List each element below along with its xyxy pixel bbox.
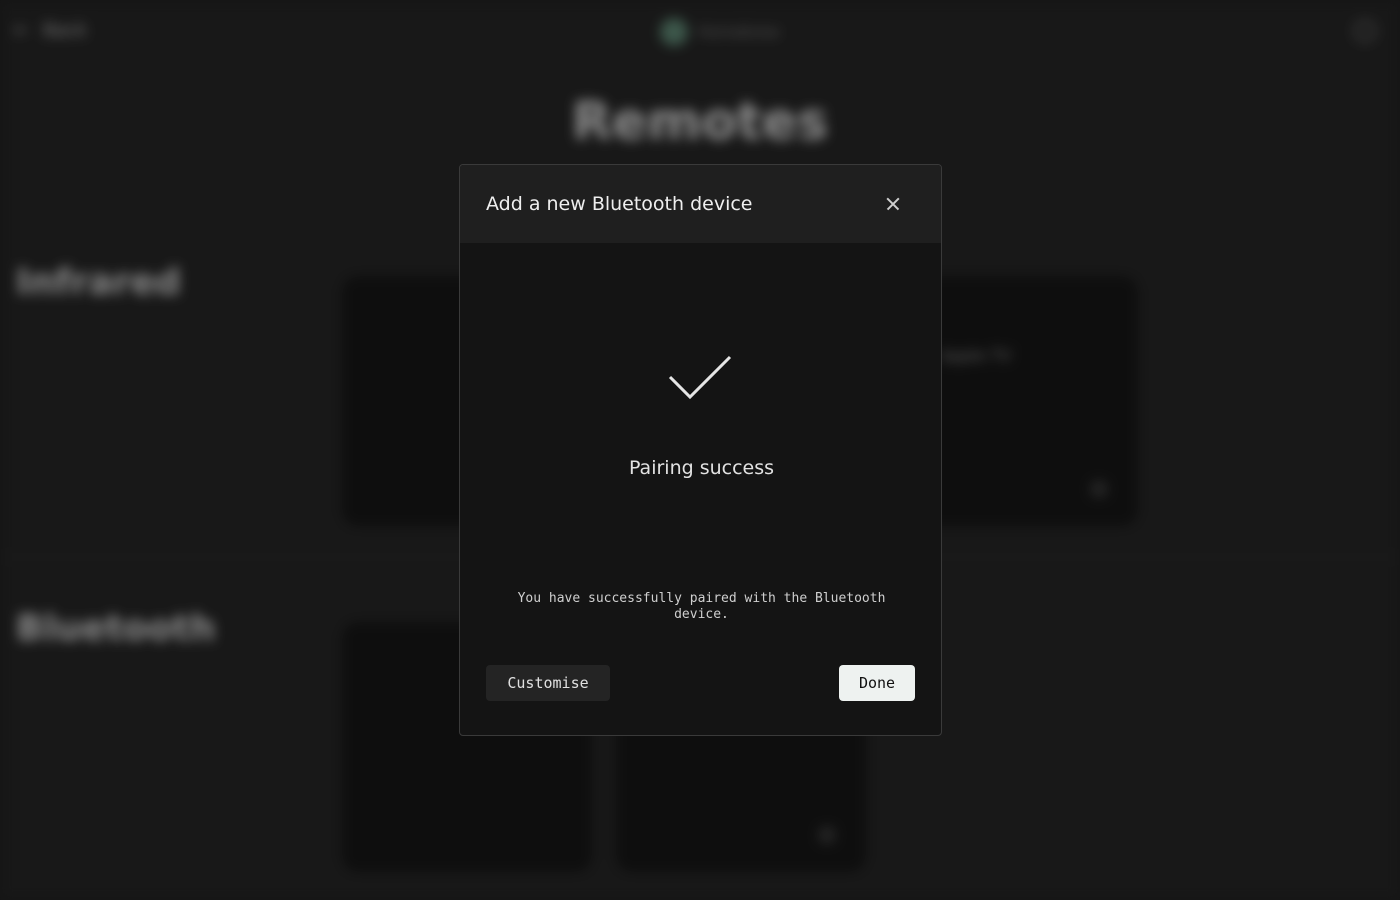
status-title: Pairing success — [628, 457, 775, 479]
checkmark-icon — [668, 355, 734, 403]
dialog-title: Add a new Bluetooth device — [486, 193, 753, 215]
customise-button[interactable]: Customise — [486, 665, 610, 701]
dialog-header: Add a new Bluetooth device — [460, 165, 941, 243]
status-message: You have successfully paired with the Bl… — [517, 591, 886, 622]
close-icon[interactable] — [881, 192, 905, 216]
done-button[interactable]: Done — [839, 665, 915, 701]
pairing-dialog: Add a new Bluetooth device Pairing succe… — [459, 164, 942, 736]
